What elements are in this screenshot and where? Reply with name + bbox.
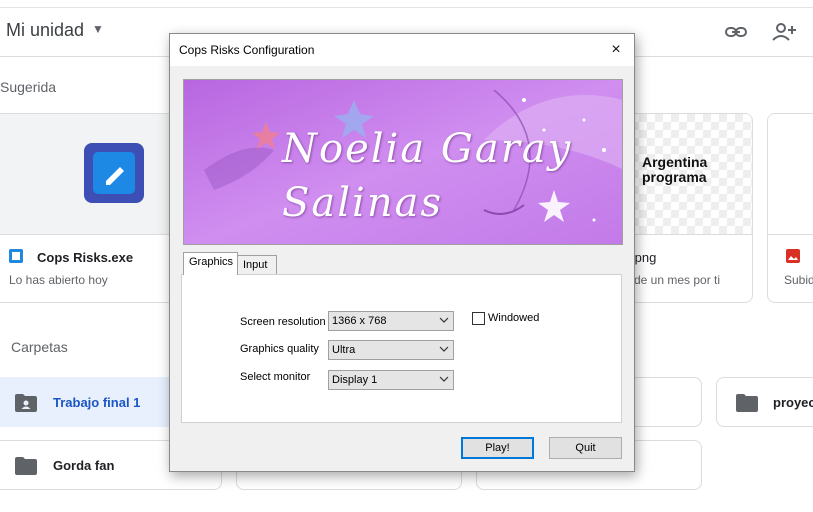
card-divider [768,234,813,235]
resolution-value: 1366 x 768 [332,315,387,327]
monitor-value: Display 1 [332,374,378,386]
resolution-select[interactable]: 1366 x 768 [328,311,454,331]
folder-icon [736,394,758,412]
shared-folder-icon [15,394,37,412]
suggested-card-image[interactable]: Subid [767,113,813,303]
card-subtitle: Subid [784,273,813,287]
chevron-down-icon[interactable]: ▼ [92,22,104,36]
quality-value: Ultra [332,344,356,356]
banner-line-1: Noelia Garay [282,126,573,172]
folder-label: Gorda fan [53,458,115,473]
card-name: Cops Risks.exe [37,250,134,265]
tab-input[interactable]: Input [237,255,277,275]
drive-title[interactable]: Mi unidad [6,20,84,41]
card-thumbnail [0,114,179,234]
config-dialog: Cops Risks Configuration × Noelia Garay [169,33,635,472]
section-suggested: Sugerida [0,79,57,95]
quality-label: Graphics quality [240,343,319,355]
card-divider [0,234,179,235]
card-thumbnail [768,114,813,234]
chevron-down-icon [439,346,449,352]
suggested-card-cops-risks[interactable]: Cops Risks.exe Lo has abierto hoy [0,113,180,303]
chevron-down-icon [439,376,449,382]
monitor-label: Select monitor [240,371,311,383]
app-file-icon [84,143,144,203]
monitor-select[interactable]: Display 1 [328,370,454,390]
thumb-text: programa [642,169,707,185]
add-person-icon[interactable] [770,20,798,44]
image-file-icon [786,249,800,263]
folder-label: proyect [773,395,813,410]
top-strip [0,0,813,8]
banner-line-2: Salinas [282,180,443,226]
exe-icon [9,249,23,263]
folder-label: Trabajo final 1 [53,395,141,410]
dialog-title: Cops Risks Configuration [179,43,315,57]
link-icon[interactable] [722,20,750,44]
section-folders: Carpetas [11,339,68,355]
tab-graphics[interactable]: Graphics [183,252,238,275]
windowed-label: Windowed [488,312,540,324]
folder-proyect[interactable]: proyect [716,377,813,427]
quit-button[interactable]: Quit [549,437,622,459]
resolution-label: Screen resolution [240,316,326,328]
dialog-titlebar[interactable]: Cops Risks Configuration × [170,34,634,66]
quality-select[interactable]: Ultra [328,340,454,360]
windowed-checkbox[interactable] [472,312,485,325]
banner-image: Noelia Garay Salinas [183,79,623,245]
card-subtitle: Lo has abierto hoy [9,273,108,287]
play-button[interactable]: Play! [461,437,534,459]
close-icon[interactable]: × [606,40,626,60]
folder-icon [15,457,37,475]
card-subtitle: de un mes por ti [634,273,721,287]
thumb-text: Argentina [642,154,708,170]
chevron-down-icon [439,317,449,323]
